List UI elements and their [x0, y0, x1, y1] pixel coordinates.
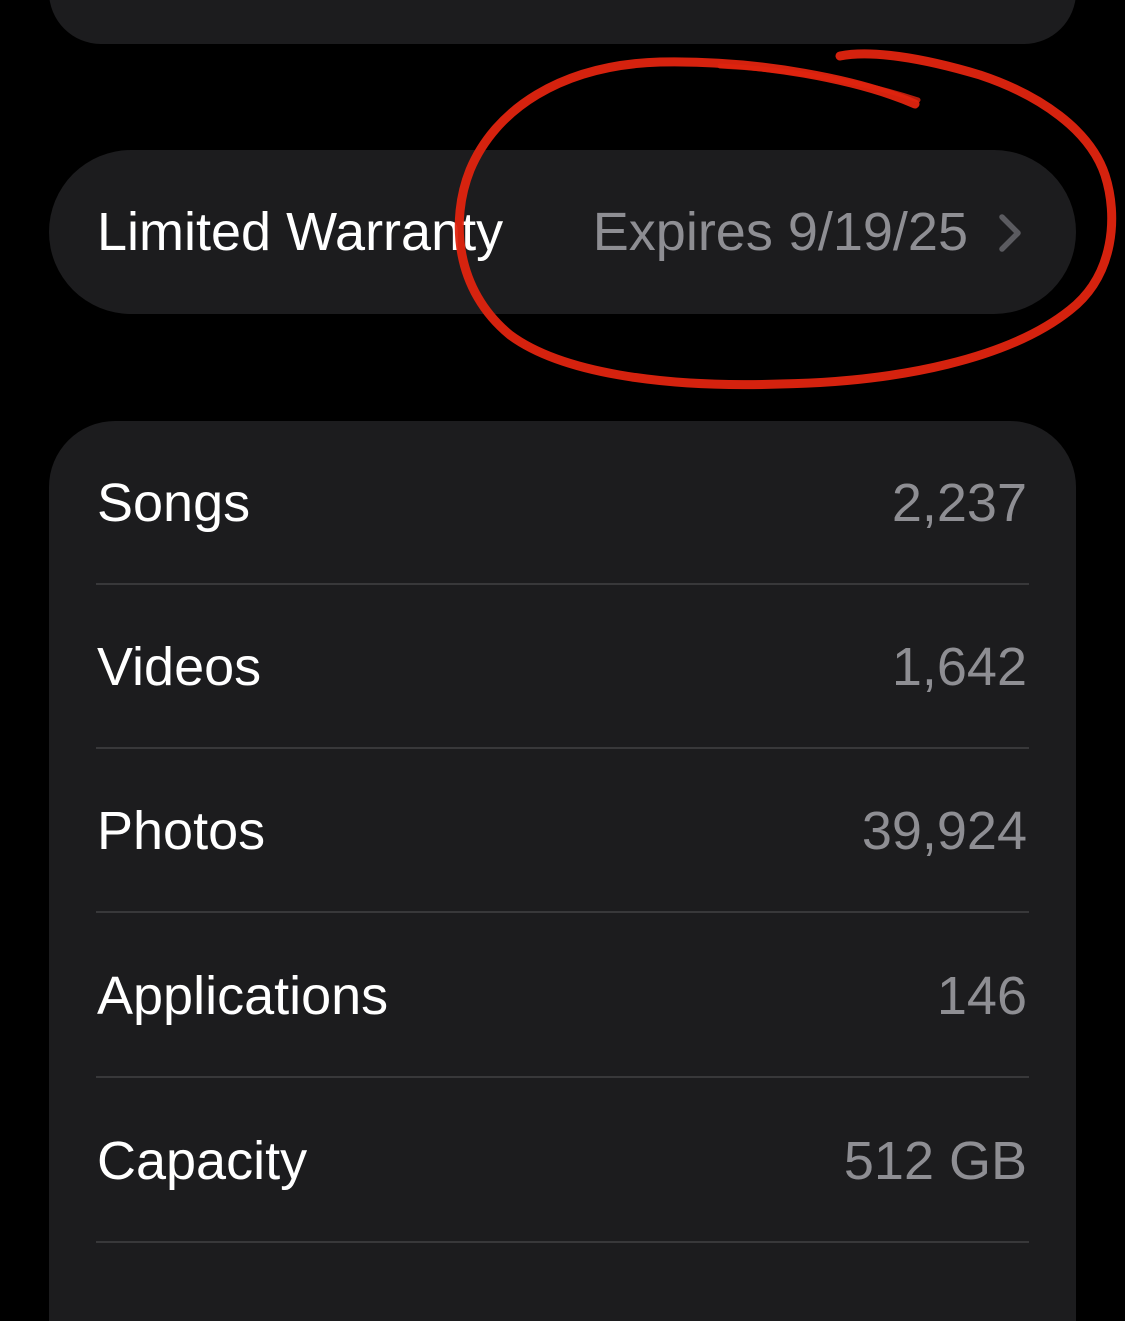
previous-settings-group — [49, 0, 1076, 44]
applications-value: 146 — [936, 966, 1027, 1026]
videos-label: Videos — [97, 637, 262, 697]
applications-label: Applications — [97, 966, 389, 1026]
videos-row: Videos 1,642 — [49, 585, 1076, 749]
row-divider — [96, 911, 1029, 913]
limited-warranty-row[interactable]: Limited Warranty Expires 9/19/25 — [49, 150, 1076, 314]
chevron-right-icon — [999, 214, 1021, 252]
photos-row: Photos 39,924 — [49, 749, 1076, 913]
warranty-label: Limited Warranty — [97, 202, 504, 262]
songs-label: Songs — [97, 473, 251, 533]
device-stats-group: Songs 2,237 Videos 1,642 Photos 39,924 A… — [49, 421, 1076, 1321]
applications-row: Applications 146 — [49, 914, 1076, 1078]
row-divider — [96, 1076, 1029, 1078]
videos-value: 1,642 — [891, 637, 1027, 697]
photos-value: 39,924 — [861, 801, 1027, 861]
capacity-value: 512 GB — [843, 1131, 1027, 1191]
row-divider — [96, 1241, 1029, 1243]
capacity-row: Capacity 512 GB — [49, 1079, 1076, 1243]
capacity-label: Capacity — [97, 1131, 308, 1191]
photos-label: Photos — [97, 801, 266, 861]
warranty-expiry-value: Expires 9/19/25 — [592, 202, 968, 262]
songs-row: Songs 2,237 — [49, 421, 1076, 585]
songs-value: 2,237 — [891, 473, 1027, 533]
